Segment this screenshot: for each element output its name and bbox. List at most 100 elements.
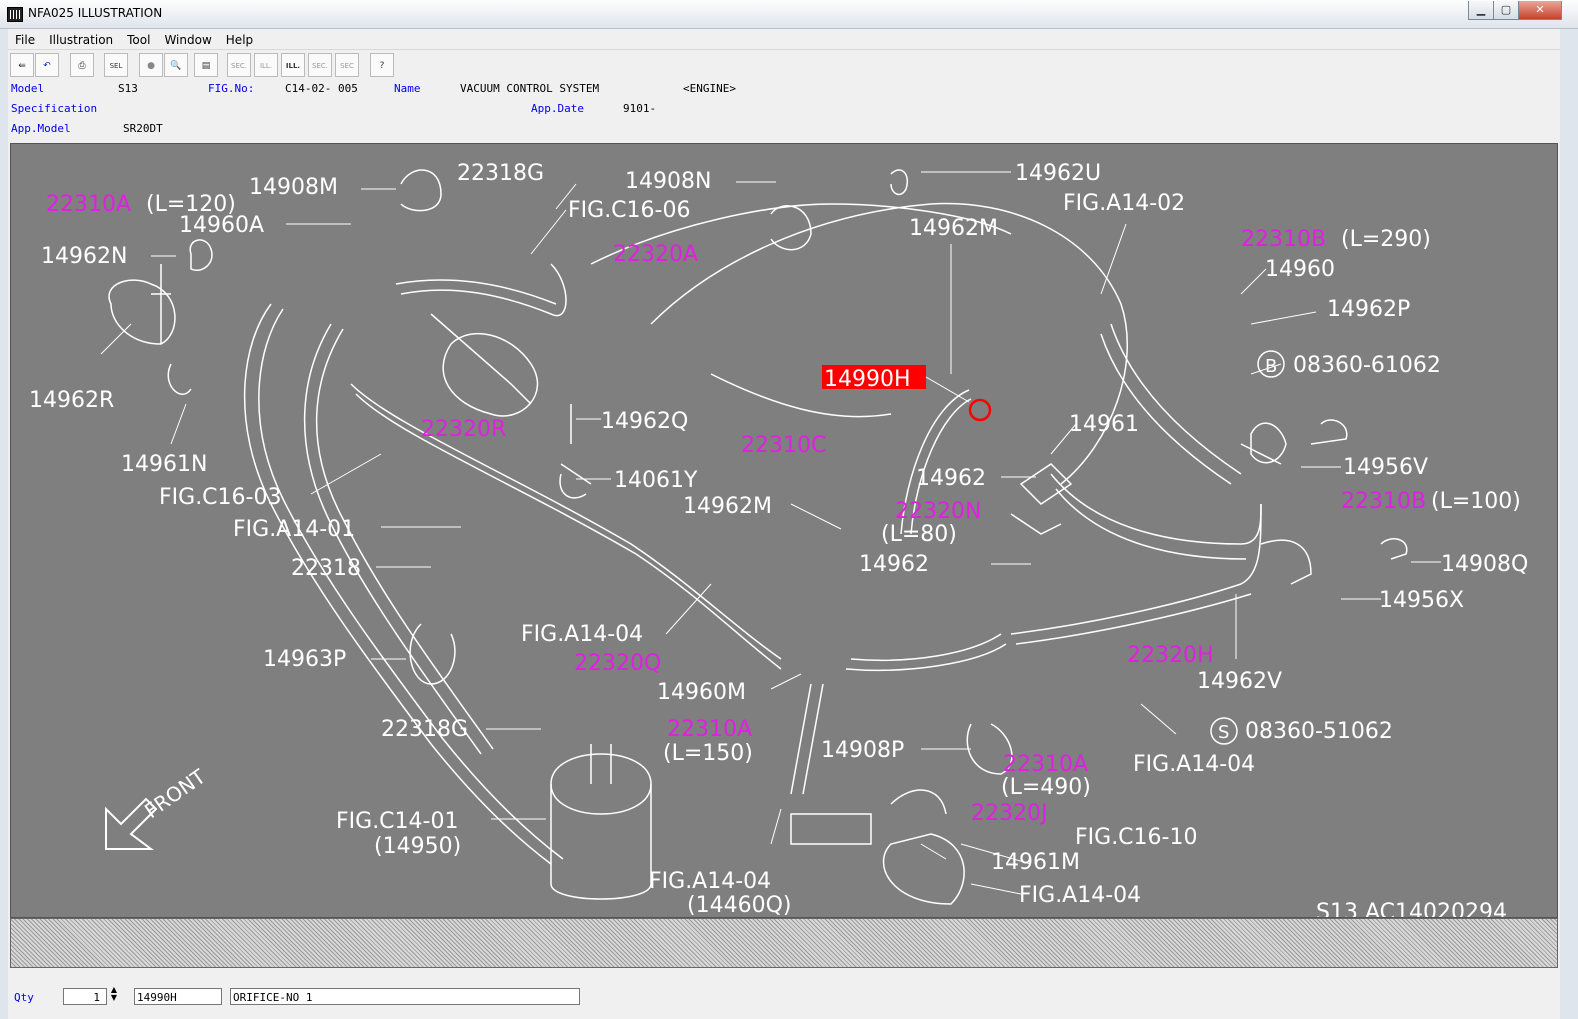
label-FIG-A14-04-a[interactable]: FIG.A14-04 [521,622,643,647]
label-22320H[interactable]: 22320H [1127,643,1214,668]
label-22310B[interactable]: 22310B [1241,227,1326,252]
menu-tool[interactable]: Tool [120,31,157,49]
print-button[interactable]: ⎙ [70,53,94,77]
spec-label: Specification [11,102,98,115]
label-14908M[interactable]: 14908M [249,175,338,200]
sec-next-button[interactable]: SEC. [308,53,332,77]
label-14960[interactable]: 14960 [1265,257,1335,282]
label-14961N[interactable]: 14961N [121,452,207,477]
label-14962-b[interactable]: 14962 [859,552,929,577]
menu-window[interactable]: Window [157,31,218,49]
label-14950[interactable]: (14950) [374,834,461,859]
select-button[interactable]: SEL [104,53,128,77]
label-22320N[interactable]: 22320N [895,499,981,524]
menu-help[interactable]: Help [219,31,260,49]
label-ref-code: S13 AC14020294 [1316,900,1507,917]
label-14962V[interactable]: 14962V [1197,669,1282,694]
exit-button[interactable]: ⇚ [10,53,34,77]
title-bar: NFA025 ILLUSTRATION ▁ ▢ ✕ [0,0,1578,29]
part-description-field[interactable]: ORIFICE-NO 1 [230,988,580,1005]
label-22310A-c[interactable]: 22310A [1003,752,1088,777]
label-14962R[interactable]: 14962R [29,388,114,413]
ill-prev-button[interactable]: ILL. [254,53,278,77]
menu-bar: File Illustration Tool Window Help [8,29,1560,50]
maximize-button[interactable]: ▢ [1493,1,1519,20]
label-FIG-C16-03[interactable]: FIG.C16-03 [159,485,281,510]
model-value: S13 [118,82,138,95]
ill-button[interactable]: ILL. [281,53,305,77]
label-FIG-A14-02[interactable]: FIG.A14-02 [1063,191,1185,216]
label-14960M[interactable]: 14960M [657,680,746,705]
close-button[interactable]: ✕ [1518,1,1562,20]
label-14908Q[interactable]: 14908Q [1441,552,1528,577]
undo-button[interactable]: ↶ [35,53,59,77]
label-22310B-b[interactable]: 22310B [1341,489,1426,514]
label-14962-a[interactable]: 14962 [916,466,986,491]
section-value: <ENGINE> [683,82,736,95]
qty-label: Qty [14,991,34,1004]
sec-button[interactable]: SEC. [227,53,251,77]
qty-field[interactable]: 1 [63,988,107,1005]
label-14963P[interactable]: 14963P [263,647,346,672]
catalog-button[interactable]: ▤ [194,53,218,77]
label-22320A[interactable]: 22320A [613,242,698,267]
menu-file[interactable]: File [8,31,42,49]
label-22320Q[interactable]: 22320Q [574,651,661,676]
label-FIG-C16-06[interactable]: FIG.C16-06 [568,198,690,223]
vacuum-diagram: 14908M 22318G 14908N 14962U 14960A FIG.C… [29,161,1528,917]
label-08360-51062[interactable]: 08360-51062 [1245,719,1393,744]
fig-value: C14-02- 005 [285,82,358,95]
fig-label: FIG.No: [208,82,255,95]
label-22320J[interactable]: 22320J [971,801,1047,826]
label-14962Q[interactable]: 14962Q [601,409,688,434]
label-08360-61062[interactable]: 08360-61062 [1293,353,1441,378]
label-14956X[interactable]: 14956X [1379,588,1464,613]
zoom-button[interactable]: 🔍 [164,53,188,77]
label-14460Q[interactable]: (14460Q) [687,893,791,917]
label-L120[interactable]: (L=120) [146,192,236,217]
appdate-value: 9101- [623,102,657,115]
left-frame [0,29,8,1019]
label-14908N[interactable]: 14908N [625,169,711,194]
minimize-button[interactable]: ▁ [1468,1,1494,20]
appmodel-value: SR20DT [123,122,163,135]
label-22318G-b[interactable]: 22318G [381,717,468,742]
illustration-canvas[interactable]: 14908M 22318G 14908N 14962U 14960A FIG.C… [10,143,1558,918]
menu-illustration[interactable]: Illustration [42,31,120,49]
label-14962N[interactable]: 14962N [41,244,127,269]
sec-help-button[interactable]: SEC [335,53,359,77]
label-14908P[interactable]: 14908P [821,738,904,763]
label-22318[interactable]: 22318 [291,556,361,581]
label-14990H[interactable]: 14990H [824,367,911,392]
label-14962P[interactable]: 14962P [1327,297,1410,322]
label-14061Y[interactable]: 14061Y [614,468,698,493]
label-14962U[interactable]: 14962U [1015,161,1101,186]
label-22318G[interactable]: 22318G [457,161,544,186]
label-L290[interactable]: (L=290) [1341,227,1431,252]
qty-stepper[interactable]: ▲ ▼ [107,986,121,1004]
help-button[interactable]: ? [370,53,394,77]
label-FIG-A14-04-c[interactable]: FIG.A14-04 [649,869,771,894]
label-FIG-A14-04-b[interactable]: FIG.A14-04 [1133,752,1255,777]
label-L490[interactable]: (L=490) [1001,775,1091,800]
label-FIG-A14-04-d[interactable]: FIG.A14-04 [1019,883,1141,908]
label-22310C[interactable]: 22310C [741,433,826,458]
label-14956V[interactable]: 14956V [1343,455,1428,480]
label-L80[interactable]: (L=80) [881,522,957,547]
label-FIG-A14-01[interactable]: FIG.A14-01 [233,517,355,542]
label-22310A[interactable]: 22310A [46,192,131,217]
label-FIG-C16-10[interactable]: FIG.C16-10 [1075,825,1197,850]
name-label: Name [394,82,421,95]
circle-button[interactable]: ● [139,53,163,77]
label-14961M[interactable]: 14961M [991,850,1080,875]
part-number-field[interactable]: 14990H [134,988,222,1005]
label-14962M-b[interactable]: 14962M [683,494,772,519]
label-FIG-C14-01[interactable]: FIG.C14-01 [336,809,458,834]
label-22320R[interactable]: 22320R [421,417,506,442]
label-14962M[interactable]: 14962M [909,216,998,241]
label-22310A-b[interactable]: 22310A [667,717,752,742]
label-14961[interactable]: 14961 [1069,412,1139,437]
label-L100[interactable]: (L=100) [1431,489,1521,514]
selected-part-marker[interactable] [968,398,992,422]
label-L150[interactable]: (L=150) [663,741,753,766]
